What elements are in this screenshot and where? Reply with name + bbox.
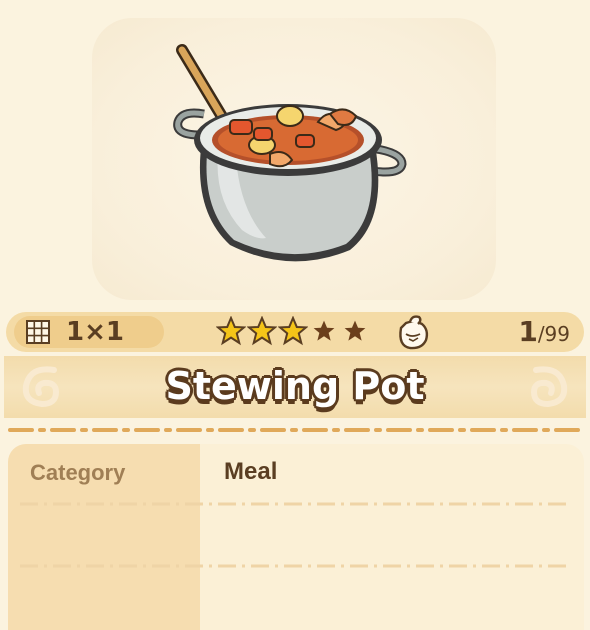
item-detail-card: 1×1 1/99 Stewing Pot Category Meal <box>0 0 590 630</box>
category-value: Meal <box>224 458 278 485</box>
category-label: Category <box>30 460 126 485</box>
item-size: 1×1 <box>66 317 124 347</box>
item-info-bar: 1×1 1/99 <box>6 312 584 352</box>
size-pill: 1×1 <box>14 316 164 348</box>
row-divider <box>20 564 572 568</box>
item-details-table: Category Meal <box>8 444 584 630</box>
owned-count-max: /99 <box>537 322 570 346</box>
row-divider <box>20 502 572 506</box>
star-filled-icon <box>278 316 308 346</box>
owned-count-current: 1 <box>518 315 538 348</box>
dash-divider <box>8 428 582 432</box>
star-empty-icon <box>344 320 366 341</box>
item-name-banner: Stewing Pot <box>4 356 586 418</box>
item-name: Stewing Pot <box>165 364 425 408</box>
star-empty-icon <box>313 320 335 341</box>
stewing-pot-icon <box>173 44 407 262</box>
owned-count: 1/99 <box>518 312 570 352</box>
star-filled-icon <box>247 316 277 346</box>
grid-size-icon <box>26 320 50 344</box>
bag-icon <box>399 315 429 350</box>
star-filled-icon <box>216 316 246 346</box>
rarity-stars <box>216 316 370 348</box>
